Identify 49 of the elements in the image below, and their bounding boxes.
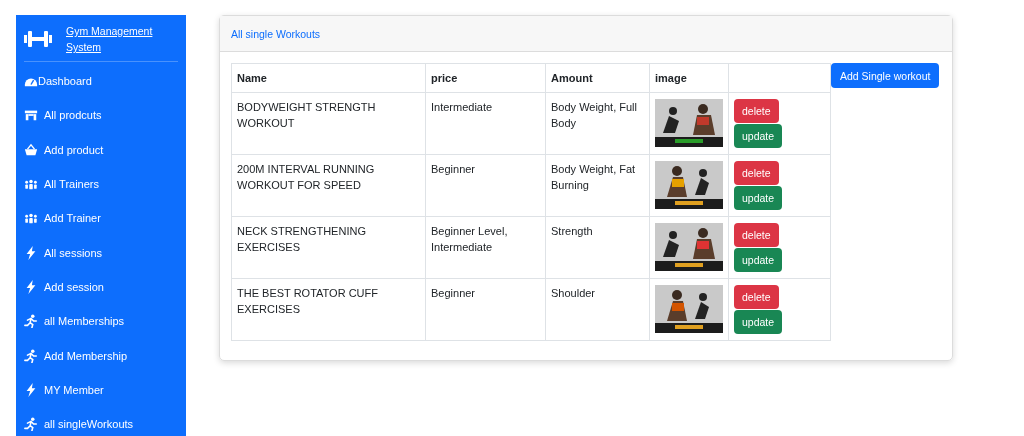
table-cell: Body Weight, Full Body: [545, 92, 650, 155]
runner-icon: [24, 348, 38, 363]
sidebar-item[interactable]: Add product: [24, 132, 178, 167]
people-icon: [24, 177, 38, 192]
sidebar-item[interactable]: MY Member: [24, 372, 178, 407]
basket-icon: [24, 142, 38, 157]
table-cell: NECK STRENGTHENING EXERCISES: [231, 216, 426, 279]
sidebar-item[interactable]: Add Trainer: [24, 201, 178, 236]
column-header: Name: [231, 63, 426, 93]
table-cell: BODYWEIGHT STRENGTH WORKOUT: [231, 92, 426, 155]
runner-icon: [24, 417, 38, 432]
sidebar-item[interactable]: All Trainers: [24, 166, 178, 202]
table-cell: Beginner Level, Intermediate: [425, 216, 546, 279]
column-header: price: [425, 63, 546, 93]
runner-icon: [24, 314, 38, 329]
table-cell: Intermediate: [425, 92, 546, 155]
delete-button[interactable]: delete: [734, 285, 779, 309]
delete-button[interactable]: delete: [734, 99, 779, 123]
add-workout-button[interactable]: Add Single workout: [831, 63, 940, 88]
column-header: image: [649, 63, 729, 93]
sidebar-item[interactable]: all singleWorkouts: [24, 406, 178, 436]
delete-button[interactable]: delete: [734, 223, 779, 247]
column-header: Amount: [545, 63, 650, 93]
table-cell: Body Weight, Fat Burning: [545, 154, 650, 217]
table-cell: Strength: [545, 216, 650, 279]
people-icon: [24, 211, 38, 226]
sidebar-item[interactable]: All prodcuts: [24, 98, 178, 133]
brand-link[interactable]: Gym Management System: [66, 23, 166, 55]
delete-button[interactable]: delete: [734, 161, 779, 185]
table-cell: Shoulder: [545, 278, 650, 341]
update-button[interactable]: update: [734, 186, 783, 210]
table-cell: THE BEST ROTATOR CUFF EXERCISES: [231, 278, 426, 341]
update-button[interactable]: update: [734, 310, 783, 334]
sidebar-item[interactable]: Dashboard: [24, 64, 178, 99]
sidebar-item[interactable]: All sessions: [24, 235, 178, 270]
sidebar-item[interactable]: Add Membership: [24, 338, 178, 373]
store-icon: [24, 108, 38, 123]
table-cell: 200M INTERVAL RUNNING WORKOUT FOR SPEED: [231, 154, 426, 217]
table-cell: Beginner: [425, 278, 546, 341]
bolt-icon: [24, 279, 38, 294]
sidebar-item[interactable]: all Memberships: [24, 304, 178, 339]
update-button[interactable]: update: [734, 248, 783, 272]
bolt-icon: [24, 382, 38, 397]
table-cell: Beginner: [425, 154, 546, 217]
card-title: All single Workouts: [231, 27, 321, 40]
bolt-icon: [24, 245, 38, 260]
update-button[interactable]: update: [734, 124, 783, 148]
sidebar-item[interactable]: Add session: [24, 269, 178, 305]
dumbbell-icon: [24, 29, 52, 49]
